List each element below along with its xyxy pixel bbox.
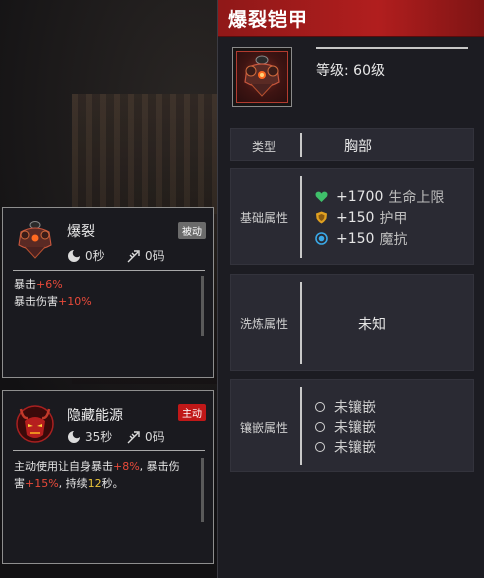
skill-divider [13,450,205,451]
demon-skill-icon [13,401,57,445]
cooldown-value: 35秒 [85,430,113,444]
socket-list: 未镶嵌 未镶嵌 未镶嵌 [315,397,376,457]
row-separator [300,282,302,364]
cooldown-icon [68,430,80,443]
chest-armor-icon [236,51,288,103]
skill-type-badge: 主动 [178,404,206,421]
socket-row: 镶嵌属性 未镶嵌 未镶嵌 未镶嵌 [230,379,474,472]
stat-name: 生命上限 [388,189,445,206]
skill-range: 0码 [127,428,165,445]
skill-divider [13,270,205,271]
skill-effects: 暴击+6% 暴击伤害+10% [14,276,92,310]
base-stats-label: 基础属性 [239,211,288,225]
socket-status: 未镶嵌 [334,420,376,436]
level-divider [316,47,468,49]
base-stats-row: 基础属性 +1700 生命上限 +150 护甲 +150 魔抗 [230,168,474,265]
socket-slot[interactable]: 未镶嵌 [315,437,376,457]
stat-armor: +150 护甲 [315,207,444,228]
socket-label: 镶嵌属性 [239,421,288,435]
row-separator [300,387,302,465]
item-detail-panel: 爆裂铠甲 等级: 60级 类型 胸部 基础属性 +1700 生命上限 +150 … [217,0,484,578]
item-title: 爆裂铠甲 [218,0,484,37]
refine-label: 洗炼属性 [239,317,288,331]
row-separator [300,133,302,157]
range-value: 0码 [145,249,165,263]
empty-socket-icon [315,402,325,412]
stat-value: +150 [336,230,375,247]
type-label: 类型 [251,140,276,154]
skill-type-badge: 被动 [178,222,206,239]
skill-cooldown: 35秒 [67,428,112,445]
item-icon-frame[interactable] [232,47,292,107]
item-level: 等级: 60级 [316,63,385,79]
heart-icon [315,191,328,202]
scrollbar[interactable] [201,458,204,522]
refine-value: 未知 [358,317,386,333]
magic-resist-icon [315,232,328,245]
base-stats-list: +1700 生命上限 +150 护甲 +150 魔抗 [315,186,444,249]
empty-socket-icon [315,442,325,452]
range-icon [127,249,140,262]
cooldown-icon [68,249,80,262]
empty-socket-icon [315,422,325,432]
row-separator [300,176,302,258]
stat-name: 护甲 [379,210,408,227]
socket-slot[interactable]: 未镶嵌 [315,397,376,417]
cooldown-value: 0秒 [85,249,105,263]
range-value: 0码 [145,430,165,444]
skill-description: 主动使用让自身暴击+8%, 暴击伤 害+15%, 持续12秒。 [14,458,200,492]
type-value: 胸部 [344,139,372,155]
skill-cooldown: 0秒 [67,247,105,264]
shield-icon [316,211,327,224]
type-row: 类型 胸部 [230,128,474,161]
effect-line: 暴击伤害+10% [14,295,92,308]
stat-name: 魔抗 [379,231,408,248]
stat-magic-resist: +150 魔抗 [315,228,444,249]
effect-line: 暴击+6% [14,278,63,291]
socket-status: 未镶嵌 [334,440,376,456]
refine-row: 洗炼属性 未知 [230,274,474,371]
skill-name: 隐藏能源 [67,408,123,424]
stat-value: +1700 [336,188,384,205]
skill-name: 爆裂 [67,224,95,240]
desc-line: 主动使用让自身暴击+8%, 暴击伤 [14,460,180,473]
range-icon [127,430,140,443]
desc-line: 害+15%, 持续12秒。 [14,477,124,490]
socket-status: 未镶嵌 [334,400,376,416]
skill-card-passive: 爆裂 被动 0秒 0码 暴击+6% 暴击伤害+10% [2,207,214,378]
burst-skill-icon [13,218,57,262]
skill-card-active: 隐藏能源 主动 35秒 0码 主动使用让自身暴击+8%, 暴击伤 害+15%, … [2,390,214,564]
stat-value: +150 [336,209,375,226]
stat-health: +1700 生命上限 [315,186,444,207]
socket-slot[interactable]: 未镶嵌 [315,417,376,437]
skill-range: 0码 [127,247,165,264]
scrollbar[interactable] [201,276,204,336]
